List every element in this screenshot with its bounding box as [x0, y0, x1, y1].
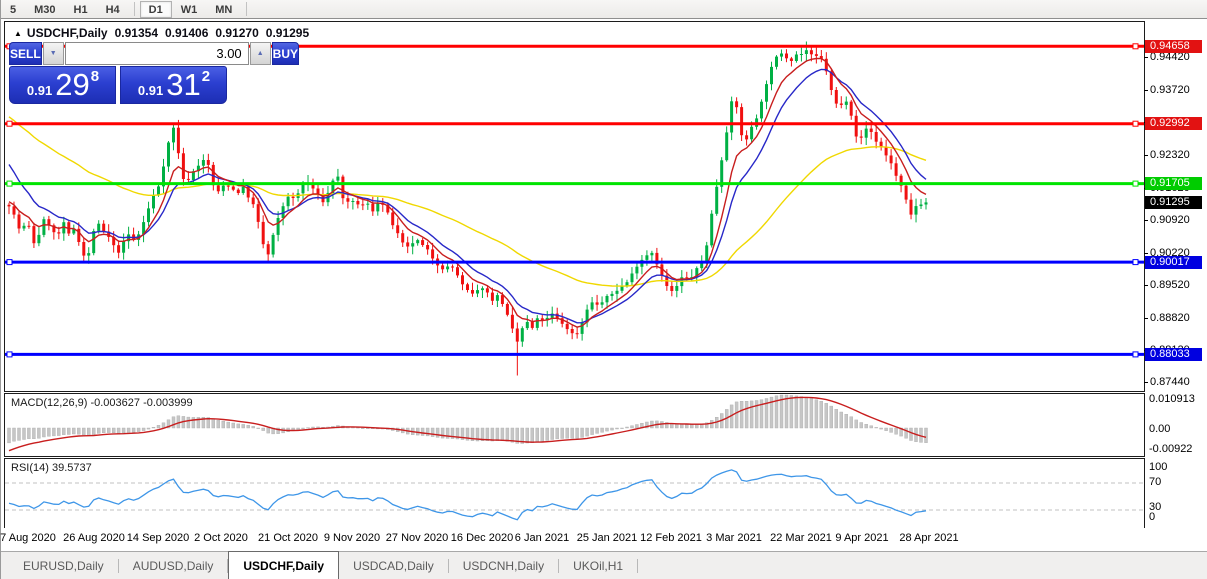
macd-tick-label: 0.010913	[1149, 393, 1195, 405]
price-tick-label: 0.88820	[1150, 312, 1190, 324]
line-drag-handle	[1133, 44, 1138, 49]
line-drag-handle	[1133, 121, 1138, 126]
timeframe-button-5[interactable]: 5	[1, 1, 25, 18]
buy-price-pip: 2	[202, 68, 210, 85]
price-tick-label: 0.91620	[1150, 182, 1190, 194]
chart-tab-ukoil[interactable]: UKOil,H1	[559, 552, 637, 579]
line-drag-handle	[7, 352, 12, 357]
date-label: 9 Nov 2020	[324, 532, 380, 544]
timeframe-toolbar: 5M30H1H4 D1W1MN	[1, 0, 1207, 19]
date-label: 7 Aug 2020	[0, 532, 56, 544]
date-label: 21 Oct 2020	[258, 532, 318, 544]
date-label: 26 Aug 2020	[63, 532, 125, 544]
line-drag-handle	[1133, 352, 1138, 357]
line-drag-handle	[1133, 260, 1138, 265]
buy-button[interactable]: BUY	[272, 42, 299, 65]
symbol-arrow-icon: ▲	[14, 29, 22, 38]
rsi-tick-label: 30	[1149, 501, 1161, 513]
chart-symbol-label: USDCHF,Daily	[27, 26, 108, 40]
price-tick-label: 0.87440	[1150, 376, 1190, 388]
rsi-chart-canvas[interactable]	[5, 459, 1144, 526]
macd-indicator-label: MACD(12,26,9) -0.003627 -0.003999	[11, 397, 193, 409]
rsi-tick-label: 0	[1149, 511, 1155, 523]
price-tick-label: 0.88120	[1150, 344, 1190, 356]
ohlc-low: 0.91270	[215, 26, 258, 40]
price-tick-label: 0.93720	[1150, 84, 1190, 96]
date-label: 25 Jan 2021	[577, 532, 638, 544]
chart-tab-usdcad[interactable]: USDCAD,Daily	[339, 552, 448, 579]
ohlc-open: 0.91354	[115, 26, 158, 40]
rsi-tick-label: 70	[1149, 476, 1161, 488]
line-drag-handle	[7, 181, 12, 186]
ohlc-high: 0.91406	[165, 26, 208, 40]
chart-tab-usdcnh[interactable]: USDCNH,Daily	[449, 552, 558, 579]
timeframe-button-mn[interactable]: MN	[206, 1, 241, 18]
date-label: 6 Jan 2021	[515, 532, 569, 544]
chart-tab-eurusd[interactable]: EURUSD,Daily	[9, 552, 118, 579]
sell-button[interactable]: SELL	[9, 42, 42, 65]
toolbar-separator	[134, 2, 135, 16]
volume-increase-button[interactable]: ▲	[250, 42, 271, 65]
macd-tick-label: -0.00922	[1149, 443, 1192, 455]
line-drag-handle	[7, 121, 12, 126]
volume-spinner: ▼ ▲	[43, 42, 271, 65]
ohlc-close: 0.91295	[266, 26, 309, 40]
price-tick-label: 0.89520	[1150, 279, 1190, 291]
sell-price-big: 29	[55, 68, 89, 102]
price-tick-label: 0.94420	[1150, 51, 1190, 63]
price-tick-label: 0.90920	[1150, 214, 1190, 226]
tab-separator	[637, 559, 638, 573]
line-drag-handle	[7, 260, 12, 265]
price-tick-label: 0.90220	[1150, 247, 1190, 259]
mt4-terminal-window: 5M30H1H4 D1W1MN ▲ USDCHF,Daily 0.91354 0.…	[0, 0, 1207, 579]
date-label: 27 Nov 2020	[386, 532, 448, 544]
sell-price-pip: 8	[91, 68, 99, 85]
volume-decrease-button[interactable]: ▼	[43, 42, 64, 65]
volume-input[interactable]	[65, 42, 249, 65]
price-line-badge: 0.94658	[1145, 40, 1202, 53]
date-axis[interactable]: 7 Aug 202026 Aug 202014 Sep 20202 Oct 20…	[5, 527, 1144, 551]
buy-price-big: 31	[166, 68, 200, 102]
price-tick-label: 0.92320	[1150, 149, 1190, 161]
price-tick-label: 0.93020	[1150, 116, 1190, 128]
triangle-down-icon: ▼	[50, 50, 57, 57]
rsi-indicator-label: RSI(14) 39.5737	[11, 462, 92, 474]
price-line-badge: 0.91705	[1145, 177, 1202, 190]
timeframe-button-h1[interactable]: H1	[65, 1, 97, 18]
timeframe-button-w1[interactable]: W1	[172, 1, 207, 18]
date-label: 22 Mar 2021	[770, 532, 832, 544]
date-label: 12 Feb 2021	[640, 532, 702, 544]
date-label: 9 Apr 2021	[835, 532, 888, 544]
date-label: 14 Sep 2020	[127, 532, 189, 544]
date-label: 16 Dec 2020	[451, 532, 513, 544]
triangle-up-icon: ▲	[257, 50, 264, 57]
price-line-badge: 0.92992	[1145, 117, 1202, 130]
buy-price-prefix: 0.91	[138, 83, 163, 98]
sell-price-button[interactable]: 0.91298	[9, 66, 116, 104]
timeframe-button-h4[interactable]: H4	[97, 1, 129, 18]
rsi-line	[9, 470, 926, 520]
chart-tab-usdchf[interactable]: USDCHF,Daily	[228, 551, 339, 579]
one-click-trading-panel: SELL ▼ ▲ BUY 0.91298 0.91312	[9, 42, 227, 104]
macd-tick-label: 0.00	[1149, 423, 1170, 435]
timeframe-button-m30[interactable]: M30	[25, 1, 64, 18]
date-label: 28 Apr 2021	[899, 532, 958, 544]
rsi-tick-label: 100	[1149, 461, 1167, 473]
current-price-badge: 0.91295	[1145, 196, 1202, 209]
toolbar-separator	[246, 2, 247, 16]
chart-tab-audusd[interactable]: AUDUSD,Daily	[119, 552, 228, 579]
price-line-badge: 0.88033	[1145, 348, 1202, 361]
date-label: 2 Oct 2020	[194, 532, 248, 544]
date-label: 3 Mar 2021	[706, 532, 762, 544]
price-line-badge: 0.90017	[1145, 256, 1202, 269]
chart-title: ▲ USDCHF,Daily 0.91354 0.91406 0.91270 0…	[14, 26, 316, 40]
timeframe-button-d1[interactable]: D1	[140, 1, 172, 18]
line-drag-handle	[1133, 181, 1138, 186]
chart-tabs-bar: EURUSD,DailyAUDUSD,DailyUSDCHF,DailyUSDC…	[1, 551, 1207, 579]
sell-price-prefix: 0.91	[27, 83, 52, 98]
buy-price-button[interactable]: 0.91312	[120, 66, 227, 104]
